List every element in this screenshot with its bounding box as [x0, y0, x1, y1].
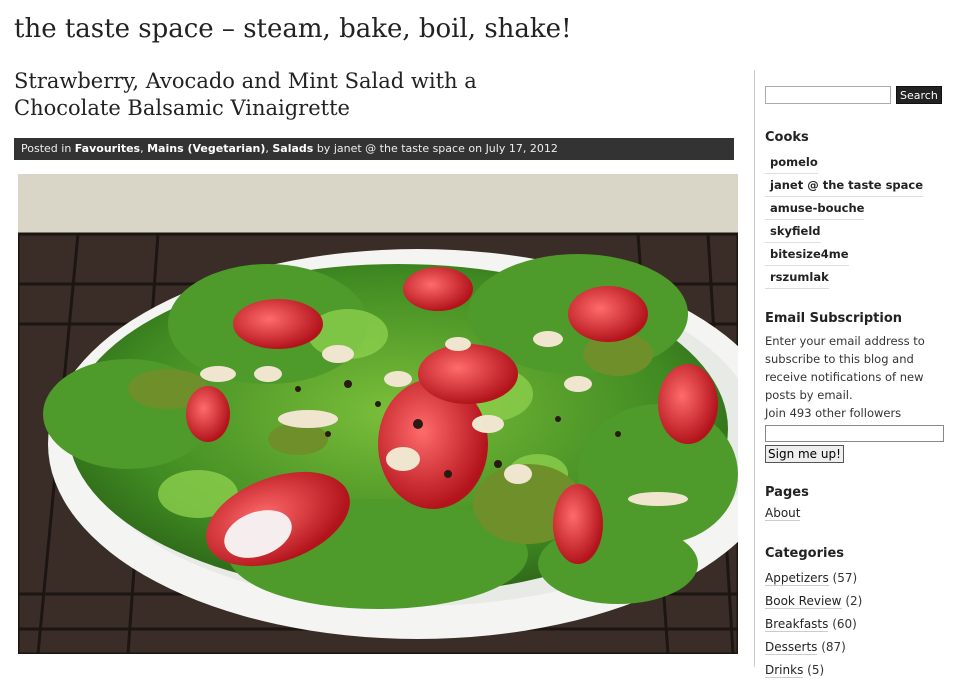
post-meta-bar: Posted in Favourites, Mains (Vegetarian)… [14, 138, 734, 160]
email-description: Enter your email address to subscribe to… [765, 334, 925, 402]
categories-title: Categories [765, 546, 845, 561]
cooks-list: pomelo janet @ the taste space amuse-bou… [765, 151, 945, 289]
cook-link[interactable]: pomelo [765, 151, 818, 174]
category-count: (5) [803, 663, 825, 677]
search-input[interactable] [765, 86, 891, 104]
list-item: Desserts (87) [765, 636, 945, 659]
page-link-about[interactable]: About [765, 506, 801, 521]
meta-posted-in: Posted in [21, 142, 72, 155]
post-date: July 17, 2012 [485, 142, 558, 155]
email-field[interactable] [765, 425, 944, 442]
category-link-favourites[interactable]: Favourites [75, 142, 140, 155]
cooks-title: Cooks [765, 130, 809, 145]
sidebar: Search Cooks pomelo janet @ the taste sp… [765, 86, 945, 682]
category-count: (2) [841, 594, 863, 608]
cook-link[interactable]: skyfield [765, 220, 821, 243]
category-link[interactable]: Breakfasts [765, 617, 829, 632]
followers-count: Join 493 other followers [765, 406, 902, 420]
category-count: (60) [828, 617, 857, 631]
cook-link[interactable]: bitesize4me [765, 243, 849, 266]
salad-photo[interactable] [18, 174, 738, 654]
post: Strawberry, Avocado and Mint Salad with … [14, 68, 738, 654]
email-subscription-title: Email Subscription [765, 311, 903, 326]
site-title[interactable]: the taste space – steam, bake, boil, sha… [14, 14, 572, 44]
search-button[interactable]: Search [896, 86, 942, 104]
category-link[interactable]: Book Review [765, 594, 842, 609]
pages-title: Pages [765, 485, 809, 500]
category-link[interactable]: Drinks [765, 663, 804, 678]
salad-image [18, 174, 738, 654]
cook-link[interactable]: amuse-bouche [765, 197, 865, 220]
categories-list: Appetizers (57) Book Review (2) Breakfas… [765, 567, 945, 682]
category-link-mains[interactable]: Mains (Vegetarian) [147, 142, 265, 155]
list-item: Appetizers (57) [765, 567, 945, 590]
list-item: Book Review (2) [765, 590, 945, 613]
category-count: (57) [828, 571, 858, 585]
post-title[interactable]: Strawberry, Avocado and Mint Salad with … [14, 68, 574, 122]
search-form: Search [765, 86, 945, 104]
sidebar-divider [754, 70, 755, 667]
category-count: (87) [817, 640, 846, 654]
category-link[interactable]: Appetizers [765, 571, 829, 586]
author-link[interactable]: janet @ the taste space [334, 142, 465, 155]
sign-up-button[interactable]: Sign me up! [765, 445, 844, 463]
list-item: Breakfasts (60) [765, 613, 945, 636]
list-item: Drinks (5) [765, 659, 945, 682]
category-link-salads[interactable]: Salads [272, 142, 313, 155]
category-link[interactable]: Desserts [765, 640, 818, 655]
cook-link[interactable]: janet @ the taste space [765, 174, 924, 197]
cook-link[interactable]: rszumlak [765, 266, 829, 289]
